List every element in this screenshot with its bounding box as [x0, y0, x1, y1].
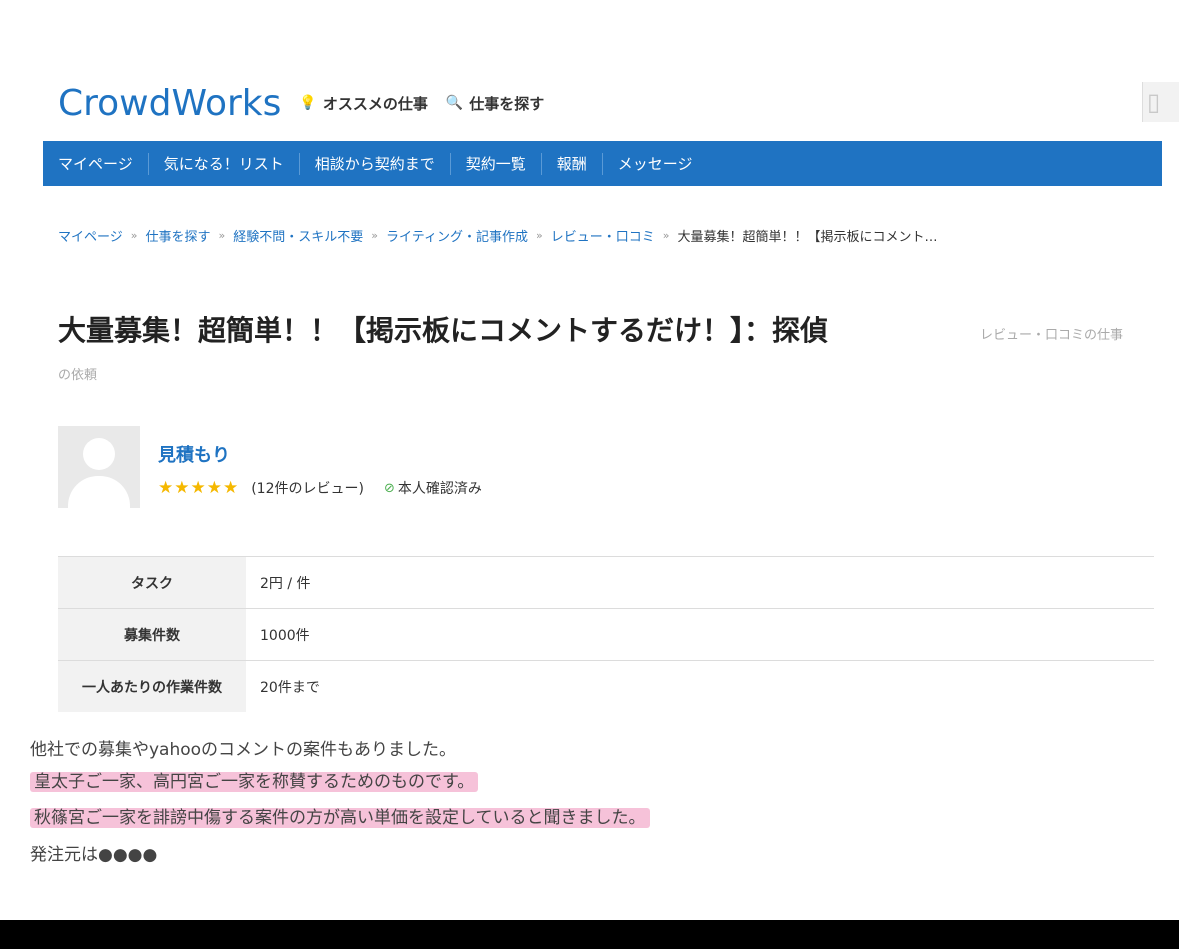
recommended-jobs-label: オススメの仕事 — [322, 94, 428, 113]
breadcrumb-item[interactable]: 仕事を探す — [145, 226, 210, 245]
search-jobs-link[interactable]: 🔍 仕事を探す — [446, 93, 544, 114]
table-header-cell: 募集件数 — [58, 609, 246, 660]
nav-item-favorites[interactable]: 気になる！リスト — [149, 152, 300, 175]
breadcrumb-separator-icon: » — [371, 229, 378, 242]
avatar-body-shape — [68, 476, 130, 508]
highlighted-text: 皇太子ご一家、高円宮ご一家を称賛するためのものです。 — [30, 772, 479, 792]
table-header-cell: 一人あたりの作業件数 — [58, 661, 246, 712]
site-header: CrowdWorks 💡 オススメの仕事 🔍 仕事を探す — [58, 80, 544, 126]
breadcrumb-separator-icon: » — [218, 229, 226, 242]
table-row: 募集件数 1000件 — [58, 609, 1154, 661]
client-avatar[interactable] — [58, 426, 140, 508]
bottom-black-bar — [0, 920, 1179, 949]
breadcrumb-item[interactable]: 経験不問・スキル不要 — [233, 226, 363, 245]
check-circle-icon: ⊘ — [383, 480, 395, 496]
page: CrowdWorks 💡 オススメの仕事 🔍 仕事を探す ▯ マイページ 気にな… — [0, 0, 1179, 949]
table-cell: 2円 / 件 — [260, 575, 311, 592]
client-name-link[interactable]: 見積もり — [158, 441, 230, 467]
note-line-4: 発注元は●●●● — [30, 845, 158, 865]
breadcrumb-separator-icon: » — [130, 229, 138, 242]
search-jobs-label: 仕事を探す — [469, 94, 545, 113]
lightbulb-icon: 💡 — [299, 95, 317, 111]
table-header-cell: タスク — [58, 557, 246, 608]
breadcrumb: マイページ » 仕事を探す » 経験不問・スキル不要 » ライティング・記事作成… — [58, 226, 937, 245]
nav-item-rewards[interactable]: 報酬 — [542, 152, 603, 175]
search-icon: 🔍 — [445, 95, 464, 111]
highlighted-text: 秋篠宮ご一家を誹謗中傷する案件の方が高い単価を設定していると聞きました。 — [30, 808, 650, 828]
note-line-2: 皇太子ご一家、高円宮ご一家を称賛するためのものです。 — [30, 767, 479, 792]
note-line-1: 他社での募集やyahooのコメントの案件もありました。 — [30, 740, 457, 760]
user-menu-icon: ▯ — [1147, 88, 1161, 116]
verified-label: 本人確認済み — [397, 481, 482, 497]
table-row: タスク 2円 / 件 — [58, 557, 1154, 609]
client-meta: ★★★★★ (12件のレビュー) ⊘ 本人確認済み — [158, 478, 482, 498]
header-user-area[interactable]: ▯ — [1142, 82, 1179, 122]
table-row: 一人あたりの作業件数 20件まで — [58, 661, 1154, 712]
avatar-head-shape — [83, 438, 115, 470]
nav-item-consult[interactable]: 相談から契約まで — [300, 152, 451, 175]
job-details-table: タスク 2円 / 件 募集件数 1000件 一人あたりの作業件数 20件まで — [58, 556, 1154, 712]
review-count-link[interactable]: (12件のレビュー) — [251, 478, 364, 498]
job-category-link[interactable]: レビュー・口コミの仕事 — [980, 324, 1123, 343]
breadcrumb-item[interactable]: ライティング・記事作成 — [386, 226, 528, 245]
main-nav: マイページ 気になる！リスト 相談から契約まで 契約一覧 報酬 メッセージ — [43, 141, 1162, 186]
job-category-suffix: の依頼 — [58, 368, 98, 383]
breadcrumb-separator-icon: » — [662, 229, 670, 242]
verified-badge: ⊘ 本人確認済み — [384, 478, 482, 498]
recommended-jobs-link[interactable]: 💡 オススメの仕事 — [299, 93, 427, 114]
nav-item-messages[interactable]: メッセージ — [603, 153, 708, 175]
crowdworks-logo[interactable]: CrowdWorks — [58, 83, 281, 124]
table-cell: 20件まで — [260, 679, 320, 696]
breadcrumb-item[interactable]: レビュー・口コミ — [551, 226, 655, 245]
nav-item-mypage[interactable]: マイページ — [43, 152, 149, 175]
job-title: 大量募集！超簡単！！【掲示板にコメントするだけ！】：探偵 — [58, 314, 829, 347]
rating-stars-icon: ★★★★★ — [158, 478, 240, 498]
breadcrumb-item[interactable]: マイページ — [58, 226, 123, 245]
note-line-3: 秋篠宮ご一家を誹謗中傷する案件の方が高い単価を設定していると聞きました。 — [30, 803, 650, 828]
nav-item-contracts[interactable]: 契約一覧 — [451, 152, 542, 175]
breadcrumb-separator-icon: » — [535, 229, 543, 242]
breadcrumb-current: 大量募集！超簡単！！【掲示板にコメント… — [677, 230, 938, 245]
table-cell: 1000件 — [260, 627, 310, 644]
